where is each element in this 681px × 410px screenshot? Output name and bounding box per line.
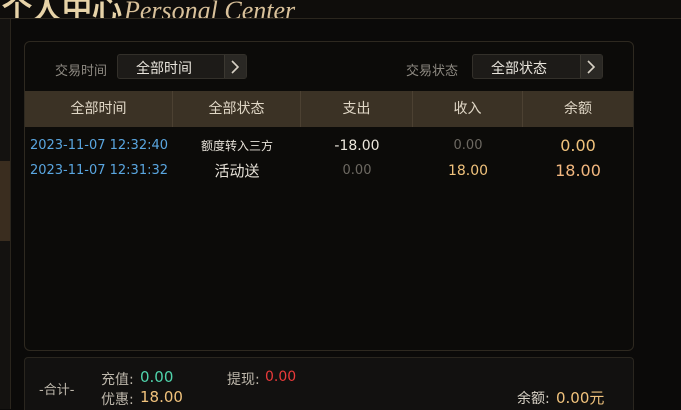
row-time: 2023-11-07 12:32:40 <box>29 138 169 153</box>
chevron-right-icon[interactable] <box>224 55 246 78</box>
balance-label: 余额: <box>517 391 550 407</box>
withdraw-value: 0.00 <box>265 369 297 385</box>
time-filter-label: 交易时间 <box>55 64 108 79</box>
promo-value: 18.00 <box>140 388 183 406</box>
chevron-right-icon[interactable] <box>580 55 602 78</box>
withdraw-label: 提现: <box>227 372 260 388</box>
filter-bar: 交易时间 全部时间 交易状态 全部状态 <box>25 42 633 91</box>
column-header-income: 收入 <box>413 91 523 127</box>
page-header: 个人中心Personal Center <box>0 0 681 19</box>
page-title: 个人中心Personal Center <box>2 0 296 19</box>
balance-value: 0.00元 <box>556 389 605 407</box>
column-header-status[interactable]: 全部状态 <box>173 91 301 127</box>
transaction-panel: 交易时间 全部时间 交易状态 全部状态 全部时间 全部状态 支出 收入 余额 2… <box>24 41 634 351</box>
status-filter-label: 交易状态 <box>406 64 459 79</box>
side-panel-tab[interactable] <box>0 161 10 241</box>
column-header-time[interactable]: 全部时间 <box>25 91 173 127</box>
promo-label: 优惠: <box>101 392 134 408</box>
column-header-expense: 支出 <box>301 91 413 127</box>
row-status: 额度转入三方 <box>200 139 273 153</box>
row-balance: 0.00 <box>560 136 596 155</box>
table-row: 2023-11-07 12:31:32 活动送 0.00 18.00 18.00 <box>25 158 633 183</box>
side-panel-edge <box>0 19 11 409</box>
status-filter-select[interactable]: 全部状态 <box>472 54 603 79</box>
table-header: 全部时间 全部状态 支出 收入 余额 <box>25 91 633 127</box>
row-income: 0.00 <box>453 138 483 153</box>
page-title-cn: 个人中心 <box>2 0 122 19</box>
table-body: 2023-11-07 12:32:40 额度转入三方 -18.00 0.00 0… <box>25 133 633 183</box>
row-balance: 18.00 <box>555 161 601 180</box>
status-filter-value: 全部状态 <box>491 61 547 77</box>
page-title-en: Personal Center <box>124 0 296 19</box>
row-expense: -18.00 <box>334 137 380 154</box>
row-income: 18.00 <box>447 162 489 179</box>
recharge-value: 0.00 <box>140 368 174 386</box>
table-row: 2023-11-07 12:32:40 额度转入三方 -18.00 0.00 0… <box>25 133 633 158</box>
column-header-balance: 余额 <box>564 101 592 117</box>
summary-footer: -合计- 充值: 0.00 提现: 0.00 优惠: 18.00 余额: 0.0… <box>24 357 634 410</box>
recharge-label: 充值: <box>101 372 134 388</box>
row-expense: 0.00 <box>342 163 372 178</box>
row-status: 活动送 <box>214 162 260 180</box>
row-time: 2023-11-07 12:31:32 <box>29 163 169 178</box>
time-filter-select[interactable]: 全部时间 <box>117 54 247 79</box>
total-label: -合计- <box>39 383 75 398</box>
time-filter-value: 全部时间 <box>136 61 192 77</box>
